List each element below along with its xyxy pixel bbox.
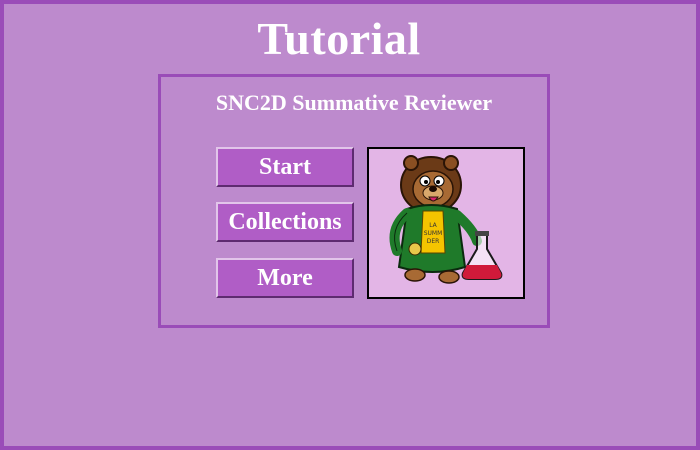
reviewer-panel: SNC2D Summative Reviewer Start Collectio…	[158, 74, 550, 328]
svg-text:LA: LA	[429, 222, 437, 229]
svg-text:DER: DER	[427, 238, 440, 245]
page-title: Tutorial	[257, 13, 421, 64]
more-button[interactable]: More	[216, 258, 354, 298]
tutorial-window: Tutorial SNC2D Summative Reviewer Start …	[0, 0, 700, 450]
mascot-image: LA SUMM DER	[367, 147, 525, 299]
panel-title: SNC2D Summative Reviewer	[215, 90, 493, 115]
svg-text:SUMM: SUMM	[424, 230, 443, 237]
collections-button[interactable]: Collections	[216, 202, 354, 242]
lion-scientist-icon: LA SUMM DER	[389, 155, 503, 284]
start-button[interactable]: Start	[216, 147, 354, 187]
